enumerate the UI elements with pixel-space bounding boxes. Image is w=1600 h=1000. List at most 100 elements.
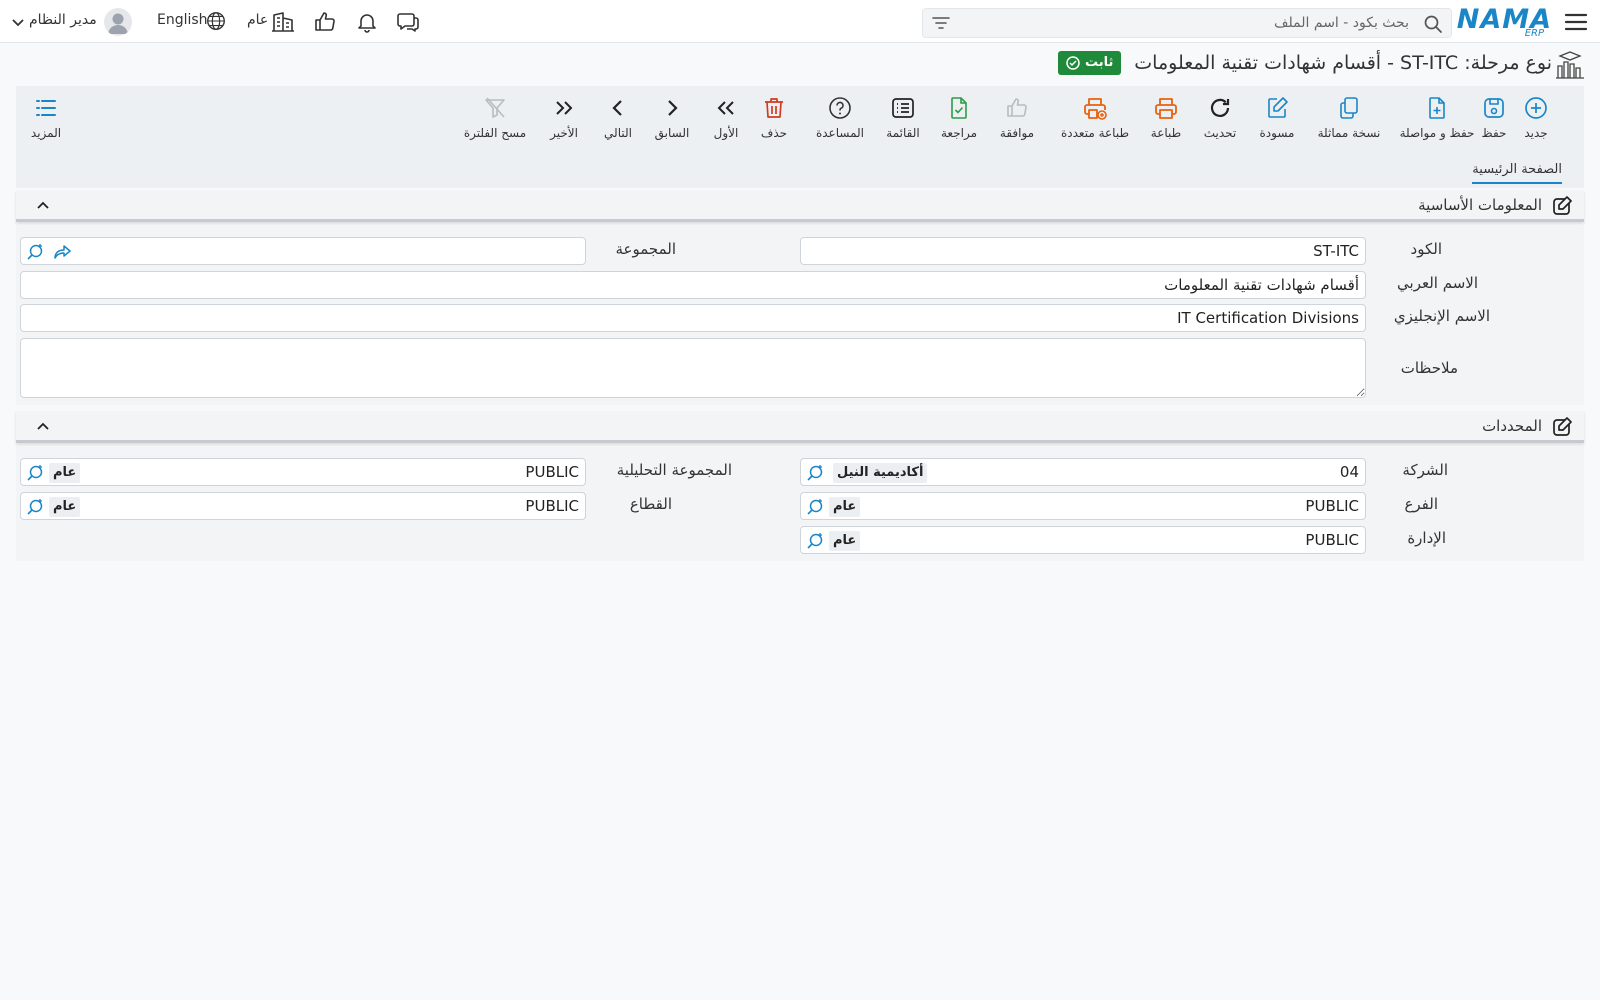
first-record-button[interactable]: الأول	[710, 86, 742, 154]
status-text: ثابت	[1085, 55, 1114, 70]
department-label: الإدارة	[1407, 529, 1446, 547]
tab-bar: الصفحة الرئيسية	[16, 154, 1584, 188]
company-field[interactable]: 04 أكاديمية النيل	[800, 458, 1366, 486]
thumbs-up-icon[interactable]	[313, 10, 337, 34]
bell-icon[interactable]	[355, 10, 379, 34]
double-chevron-left-icon	[714, 96, 738, 120]
department-name-chip: عام	[829, 531, 861, 551]
list-bullets-icon	[34, 96, 58, 120]
duplicate-button[interactable]: نسخة مماثلة	[1314, 86, 1384, 154]
branch-field-label: الفرع	[1404, 495, 1438, 513]
analysis-group-label: المجموعة التحليلية	[616, 461, 732, 479]
last-record-button[interactable]: الأخير	[546, 86, 582, 154]
search-plus-icon[interactable]	[26, 464, 44, 482]
action-toolbar: جديد حفظ حفظ و مواصلة نسخة مماثلة مسودة …	[16, 86, 1584, 154]
previous-record-button[interactable]: السابق	[652, 86, 692, 154]
thumbs-up-icon	[1005, 96, 1029, 120]
trash-icon	[762, 96, 786, 120]
print-button[interactable]: طباعة	[1146, 86, 1186, 154]
edit-square-icon	[1552, 196, 1572, 216]
branch-label[interactable]: عام	[247, 12, 268, 28]
list-button[interactable]: القائمة	[880, 86, 926, 154]
chevron-down-icon[interactable]	[10, 14, 26, 30]
filter-off-icon	[483, 96, 507, 120]
section-title: المعلومات الأساسية	[1418, 196, 1542, 214]
save-button[interactable]: حفظ	[1479, 86, 1509, 154]
tab-main[interactable]: الصفحة الرئيسية	[1472, 162, 1562, 184]
help-button[interactable]: المساعدة	[808, 86, 872, 154]
approve-button[interactable]: موافقة	[994, 86, 1040, 154]
sector-label: القطاع	[629, 495, 672, 513]
search-plus-icon[interactable]	[806, 464, 824, 482]
share-icon[interactable]	[54, 244, 72, 260]
nama-erp-logo[interactable]: NAMA ERP	[1457, 3, 1552, 40]
search-plus-icon[interactable]	[26, 498, 44, 516]
language-switch[interactable]: English	[157, 12, 208, 28]
multi-print-button[interactable]: طباعة متعددة	[1052, 86, 1138, 154]
save-continue-button[interactable]: حفظ و مواصلة	[1400, 86, 1474, 154]
double-chevron-right-icon	[552, 96, 576, 120]
group-field[interactable]	[20, 237, 586, 265]
avatar[interactable]	[104, 8, 132, 36]
search-input[interactable]	[959, 9, 1409, 37]
analysis-group-field[interactable]: PUBLIC عام	[20, 458, 586, 486]
section-title: المحددات	[1482, 417, 1542, 435]
notes-field[interactable]	[20, 338, 1366, 398]
basic-info-body: الكود ST-ITC المجموعة الاسم العربي أقسام…	[16, 225, 1584, 405]
chevron-up-icon[interactable]	[36, 419, 50, 433]
dimensions-body: الشركة 04 أكاديمية النيل المجموعة التحلي…	[16, 446, 1584, 561]
search-plus-icon[interactable]	[806, 532, 824, 550]
building-icon[interactable]	[271, 10, 295, 34]
chat-icon[interactable]	[396, 10, 420, 34]
notes-label: ملاحظات	[1400, 359, 1458, 377]
code-label: الكود	[1410, 240, 1442, 258]
page-header: نوع مرحلة: ST-ITC - أقسام شهادات تقنية ا…	[0, 46, 1600, 82]
next-record-button[interactable]: التالي	[600, 86, 636, 154]
analysis-group-name-chip: عام	[49, 463, 81, 483]
graduation-cap-icon	[1554, 50, 1586, 80]
english-name-field[interactable]: IT Certification Divisions	[20, 304, 1366, 332]
list-icon	[891, 96, 915, 120]
global-search	[922, 8, 1452, 38]
check-circle-icon	[1066, 56, 1080, 70]
company-name-chip: أكاديمية النيل	[833, 463, 928, 483]
clear-filter-button[interactable]: مسح الفلترة	[460, 86, 530, 154]
delete-button[interactable]: حذف	[758, 86, 790, 154]
status-badge: ثابت	[1058, 51, 1122, 75]
basic-info-header[interactable]: المعلومات الأساسية	[16, 190, 1584, 222]
draft-button[interactable]: مسودة	[1254, 86, 1300, 154]
dimensions-header[interactable]: المحددات	[16, 411, 1584, 443]
new-button[interactable]: جديد	[1504, 86, 1568, 154]
more-button[interactable]: المزيد	[26, 86, 66, 154]
menu-icon[interactable]	[1564, 11, 1588, 33]
file-check-icon	[947, 96, 971, 120]
edit-square-icon	[1552, 417, 1572, 437]
printer-icon	[1154, 96, 1178, 120]
review-button[interactable]: مراجعة	[936, 86, 982, 154]
question-circle-icon	[828, 96, 852, 120]
top-bar: NAMA ERP عام English مدير النظام	[0, 0, 1600, 43]
chevron-left-icon	[606, 96, 630, 120]
search-plus-icon[interactable]	[26, 243, 44, 261]
sector-name-chip: عام	[49, 497, 81, 517]
refresh-icon	[1208, 96, 1232, 120]
search-icon[interactable]	[1423, 14, 1443, 34]
chevron-right-icon	[660, 96, 684, 120]
page-title: نوع مرحلة: ST-ITC - أقسام شهادات تقنية ا…	[1134, 52, 1552, 74]
save-icon	[1482, 96, 1506, 120]
branch-field[interactable]: PUBLIC عام	[800, 492, 1366, 520]
arabic-name-field[interactable]: أقسام شهادات تقنية المعلومات	[20, 271, 1366, 299]
department-field[interactable]: PUBLIC عام	[800, 526, 1366, 554]
user-name[interactable]: مدير النظام	[29, 12, 97, 28]
sector-field[interactable]: PUBLIC عام	[20, 492, 586, 520]
printer-multiple-icon	[1083, 96, 1107, 120]
refresh-button[interactable]: تحديث	[1198, 86, 1242, 154]
code-field[interactable]: ST-ITC	[800, 237, 1366, 265]
globe-icon[interactable]	[205, 10, 229, 34]
english-name-label: الاسم الإنجليزي	[1393, 307, 1490, 325]
filter-icon[interactable]	[932, 16, 950, 30]
chevron-up-icon[interactable]	[36, 198, 50, 212]
branch-name-chip: عام	[829, 497, 861, 517]
file-plus-icon	[1425, 96, 1449, 120]
search-plus-icon[interactable]	[806, 498, 824, 516]
